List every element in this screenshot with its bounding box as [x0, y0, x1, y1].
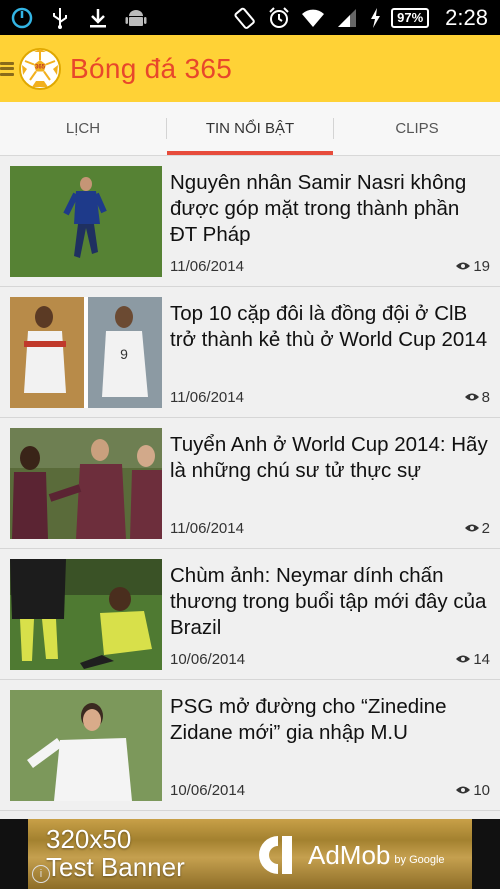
battery-indicator: 97% [391, 7, 430, 28]
article-item[interactable]: Tuyển Anh ở World Cup 2014: Hãy là những… [0, 418, 500, 549]
article-thumbnail: 9 [10, 297, 162, 408]
article-date: 11/06/2014 [170, 519, 244, 537]
article-date: 10/06/2014 [170, 781, 246, 799]
article-views: 14 [456, 651, 490, 668]
menu-icon[interactable] [0, 59, 14, 79]
eye-icon [464, 393, 479, 401]
article-meta: 11/06/2014 2 [170, 518, 490, 538]
article-thumbnail [10, 559, 162, 670]
ad-info-icon[interactable]: i [32, 865, 50, 883]
ad-size-label: 320x50 [46, 824, 132, 854]
svg-text:365: 365 [35, 64, 46, 70]
view-count: 10 [473, 781, 490, 799]
article-title: Nguyên nhân Samir Nasri không được góp m… [170, 171, 467, 246]
power-icon [10, 6, 34, 30]
svg-text:9: 9 [120, 346, 128, 362]
eye-icon [456, 655, 471, 663]
admob-brand: AdMob by Google [258, 833, 445, 877]
admob-logo-icon [259, 836, 292, 874]
article-date: 10/06/2014 [170, 650, 246, 668]
ad-banner[interactable]: 320x50 Test Banner AdMob by Google i [0, 819, 500, 889]
view-count: 8 [481, 388, 490, 406]
article-meta: 10/06/2014 10 [170, 780, 490, 800]
tab-lich[interactable]: LỊCH [0, 102, 166, 155]
article-meta: 11/06/2014 19 [170, 256, 490, 276]
article-views: 19 [456, 258, 490, 275]
app-logo[interactable]: 365 [18, 47, 62, 91]
article-list: Nguyên nhân Samir Nasri không được góp m… [0, 156, 500, 811]
view-count: 19 [473, 257, 490, 275]
tab-bar: LỊCH TIN NỔI BẬT CLIPS [0, 102, 500, 156]
signal-icon [335, 6, 359, 30]
status-clock: 2:28 [445, 4, 488, 30]
charging-icon [369, 6, 381, 30]
eye-icon [456, 262, 471, 270]
article-item[interactable]: 9 Top 10 cặp đôi là đồng đội ở ClB trở t… [0, 287, 500, 418]
view-count: 2 [481, 519, 490, 537]
article-date: 11/06/2014 [170, 388, 244, 406]
article-thumbnail [10, 690, 162, 801]
article-thumbnail [10, 428, 162, 539]
eye-icon [456, 786, 471, 794]
android-icon [124, 6, 148, 30]
ad-text: 320x50 Test Banner [46, 825, 185, 881]
alarm-icon [267, 6, 291, 30]
article-item[interactable]: PSG mở đường cho “Zinedine Zidane mới” g… [0, 680, 500, 811]
rotate-icon [233, 6, 257, 30]
article-title: Chùm ảnh: Neymar dính chấn thương trong … [170, 564, 487, 639]
ad-test-label: Test Banner [46, 852, 185, 882]
admob-label: AdMob [308, 839, 391, 870]
usb-icon [48, 6, 72, 30]
app-bar: 365 Bóng đá 365 [0, 35, 500, 102]
article-meta: 10/06/2014 14 [170, 649, 490, 669]
tab-clips[interactable]: CLIPS [334, 102, 500, 155]
article-date: 11/06/2014 [170, 257, 244, 275]
app-title: Bóng đá 365 [70, 52, 233, 84]
article-views: 2 [464, 519, 490, 537]
article-item[interactable]: Chùm ảnh: Neymar dính chấn thương trong … [0, 549, 500, 680]
article-thumbnail [10, 166, 162, 277]
tab-tin-noi-bat[interactable]: TIN NỔI BẬT [167, 102, 333, 155]
article-title: Tuyển Anh ở World Cup 2014: Hãy là những… [170, 433, 488, 482]
view-count: 14 [473, 650, 490, 668]
article-meta: 11/06/2014 8 [170, 387, 490, 407]
article-title: Top 10 cặp đôi là đồng đội ở ClB trở thà… [170, 302, 488, 351]
download-icon [86, 6, 110, 30]
eye-icon [464, 524, 479, 532]
article-views: 8 [464, 388, 490, 406]
article-item[interactable]: Nguyên nhân Samir Nasri không được góp m… [0, 156, 500, 287]
ad-creative[interactable]: 320x50 Test Banner AdMob by Google [28, 819, 472, 889]
article-views: 10 [456, 782, 490, 799]
article-title: PSG mở đường cho “Zinedine Zidane mới” g… [170, 695, 447, 744]
status-bar: 97% 2:28 [0, 0, 500, 35]
by-google-label: by Google [394, 854, 445, 866]
wifi-icon [301, 6, 325, 30]
